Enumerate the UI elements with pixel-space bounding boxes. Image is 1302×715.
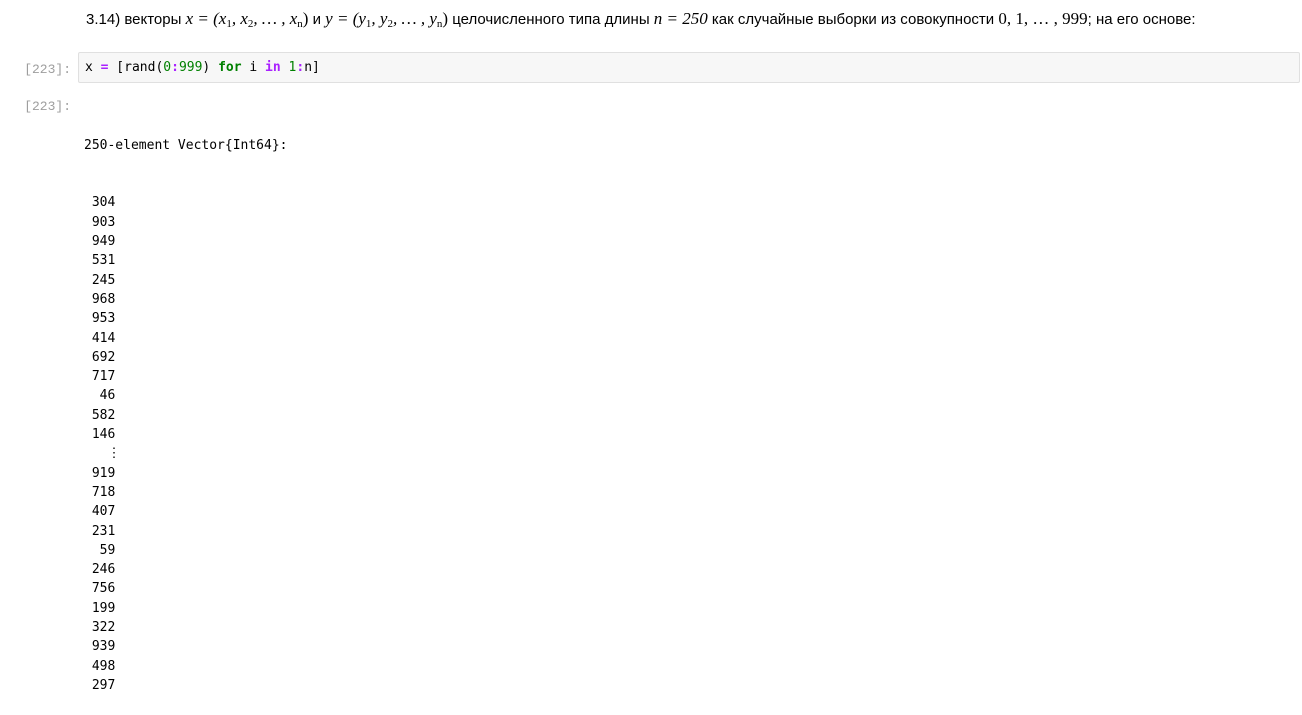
output-value-row: 146 (84, 427, 116, 443)
output-value-row: 199 (84, 600, 116, 616)
output-value-row: 953 (84, 311, 116, 327)
output-value-row: 407 (84, 504, 116, 520)
y-vector-formula: y = (y1, y2, … , yn) (325, 9, 449, 30)
output-value-row: 582 (84, 407, 116, 423)
markdown-cell: 3.14) векторы x = (x1, x2, … , xn) и y =… (86, 6, 1296, 37)
task-middle: целочисленного типа длины (448, 11, 654, 28)
output-value-row: 949 (84, 234, 116, 250)
task-like: как случайные выборки из совокупности (707, 11, 999, 28)
set-formula: 0, 1, … , 999 (998, 9, 1088, 28)
output-area: 250-element Vector{Int64}: 304 903 949 5… (84, 97, 288, 715)
input-prompt: [223]: (24, 62, 71, 77)
output-prompt: [223]: (24, 99, 71, 114)
task-suffix: ; на его основе: (1087, 11, 1196, 28)
output-value-row: ⋮ (84, 446, 121, 462)
output-value-row: 531 (84, 253, 116, 269)
output-value-row: 968 (84, 291, 116, 307)
output-value-row: 756 (84, 581, 116, 597)
output-header: 250-element Vector{Int64}: (84, 137, 288, 153)
output-value-row: 231 (84, 523, 116, 539)
output-value-row: 718 (84, 484, 116, 500)
and-word: и (308, 11, 326, 28)
output-value-row: 903 (84, 214, 116, 230)
output-value-row: 304 (84, 195, 116, 211)
n-formula: n = 250 (653, 9, 708, 28)
output-value-row: 297 (84, 677, 116, 693)
output-value-row: 717 (84, 369, 116, 385)
output-values-list: 304 903 949 531 245 968 953 414 692 717 … (84, 193, 288, 695)
output-value-row: 498 (84, 658, 116, 674)
task-prefix: 3.14) векторы (86, 11, 186, 28)
output-value-row: 322 (84, 620, 116, 636)
output-value-row: 939 (84, 639, 116, 655)
output-value-row: 692 (84, 349, 116, 365)
code-input-cell[interactable]: x = [rand(0:999) for i in 1:n] (78, 52, 1300, 83)
output-value-row: 46 (84, 388, 116, 404)
output-value-row: 919 (84, 465, 116, 481)
code-line[interactable]: x = [rand(0:999) for i in 1:n] (85, 60, 320, 76)
output-value-row: 245 (84, 272, 116, 288)
x-vector-formula: x = (x1, x2, … , xn) (185, 9, 309, 30)
output-value-row: 246 (84, 562, 116, 578)
output-value-row: 59 (84, 542, 116, 558)
output-value-row: 414 (84, 330, 116, 346)
